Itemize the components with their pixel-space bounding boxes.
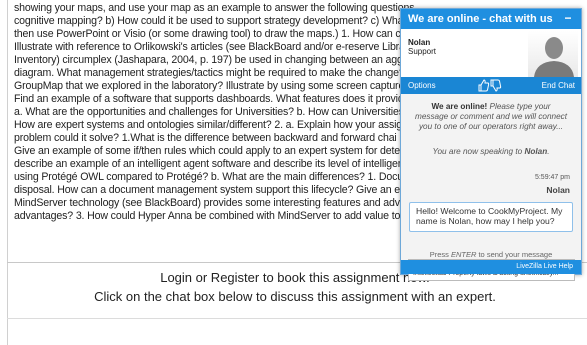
send-hint-prefix: Press — [429, 250, 451, 259]
chat-header-title: We are online - chat with us — [408, 13, 553, 25]
options-button[interactable]: Options — [408, 77, 436, 94]
livezilla-brand-link[interactable]: LiveZilla Live Help — [401, 260, 581, 274]
speaking-name: Nolan — [524, 147, 548, 156]
thumbs-down-icon — [490, 79, 502, 92]
chat-options-bar: Options End Chat — [401, 77, 581, 94]
chat-prompt: Click on the chat box below to discuss t… — [94, 289, 496, 304]
message-timestamp: 5:59:47 pm — [534, 174, 570, 181]
rating-controls[interactable] — [478, 79, 502, 92]
agent-name: Nolan — [408, 38, 431, 47]
divider-bottom — [7, 318, 587, 319]
send-hint-key: ENTER — [450, 250, 477, 259]
agent-avatar-icon — [528, 31, 578, 77]
end-chat-button[interactable]: End Chat — [542, 77, 575, 94]
agent-department: Support — [408, 47, 437, 56]
thumbs-up-icon — [478, 79, 490, 92]
speaking-suffix: . — [547, 147, 550, 156]
online-notice: We are online! Please type your message … — [415, 102, 567, 132]
chat-header[interactable]: We are online - chat with us − — [401, 9, 581, 29]
chat-widget[interactable]: We are online - chat with us − Nolan Sup… — [400, 8, 582, 281]
speaking-prefix: You are now speaking to — [432, 147, 525, 156]
message-sender: Nolan — [546, 185, 570, 195]
agent-info: Nolan Support — [401, 29, 581, 77]
speaking-notice: You are now speaking to Nolan. — [411, 147, 571, 156]
send-hint: Press ENTER to send your message — [401, 250, 581, 259]
minimize-icon[interactable]: − — [562, 12, 574, 24]
chat-transcript[interactable]: We are online! Please type your message … — [401, 94, 581, 217]
send-hint-suffix: to send your message — [476, 250, 553, 259]
message-bubble: Hello! Welcome to CookMyProject. My name… — [409, 202, 573, 232]
online-title: We are online! — [431, 102, 488, 111]
